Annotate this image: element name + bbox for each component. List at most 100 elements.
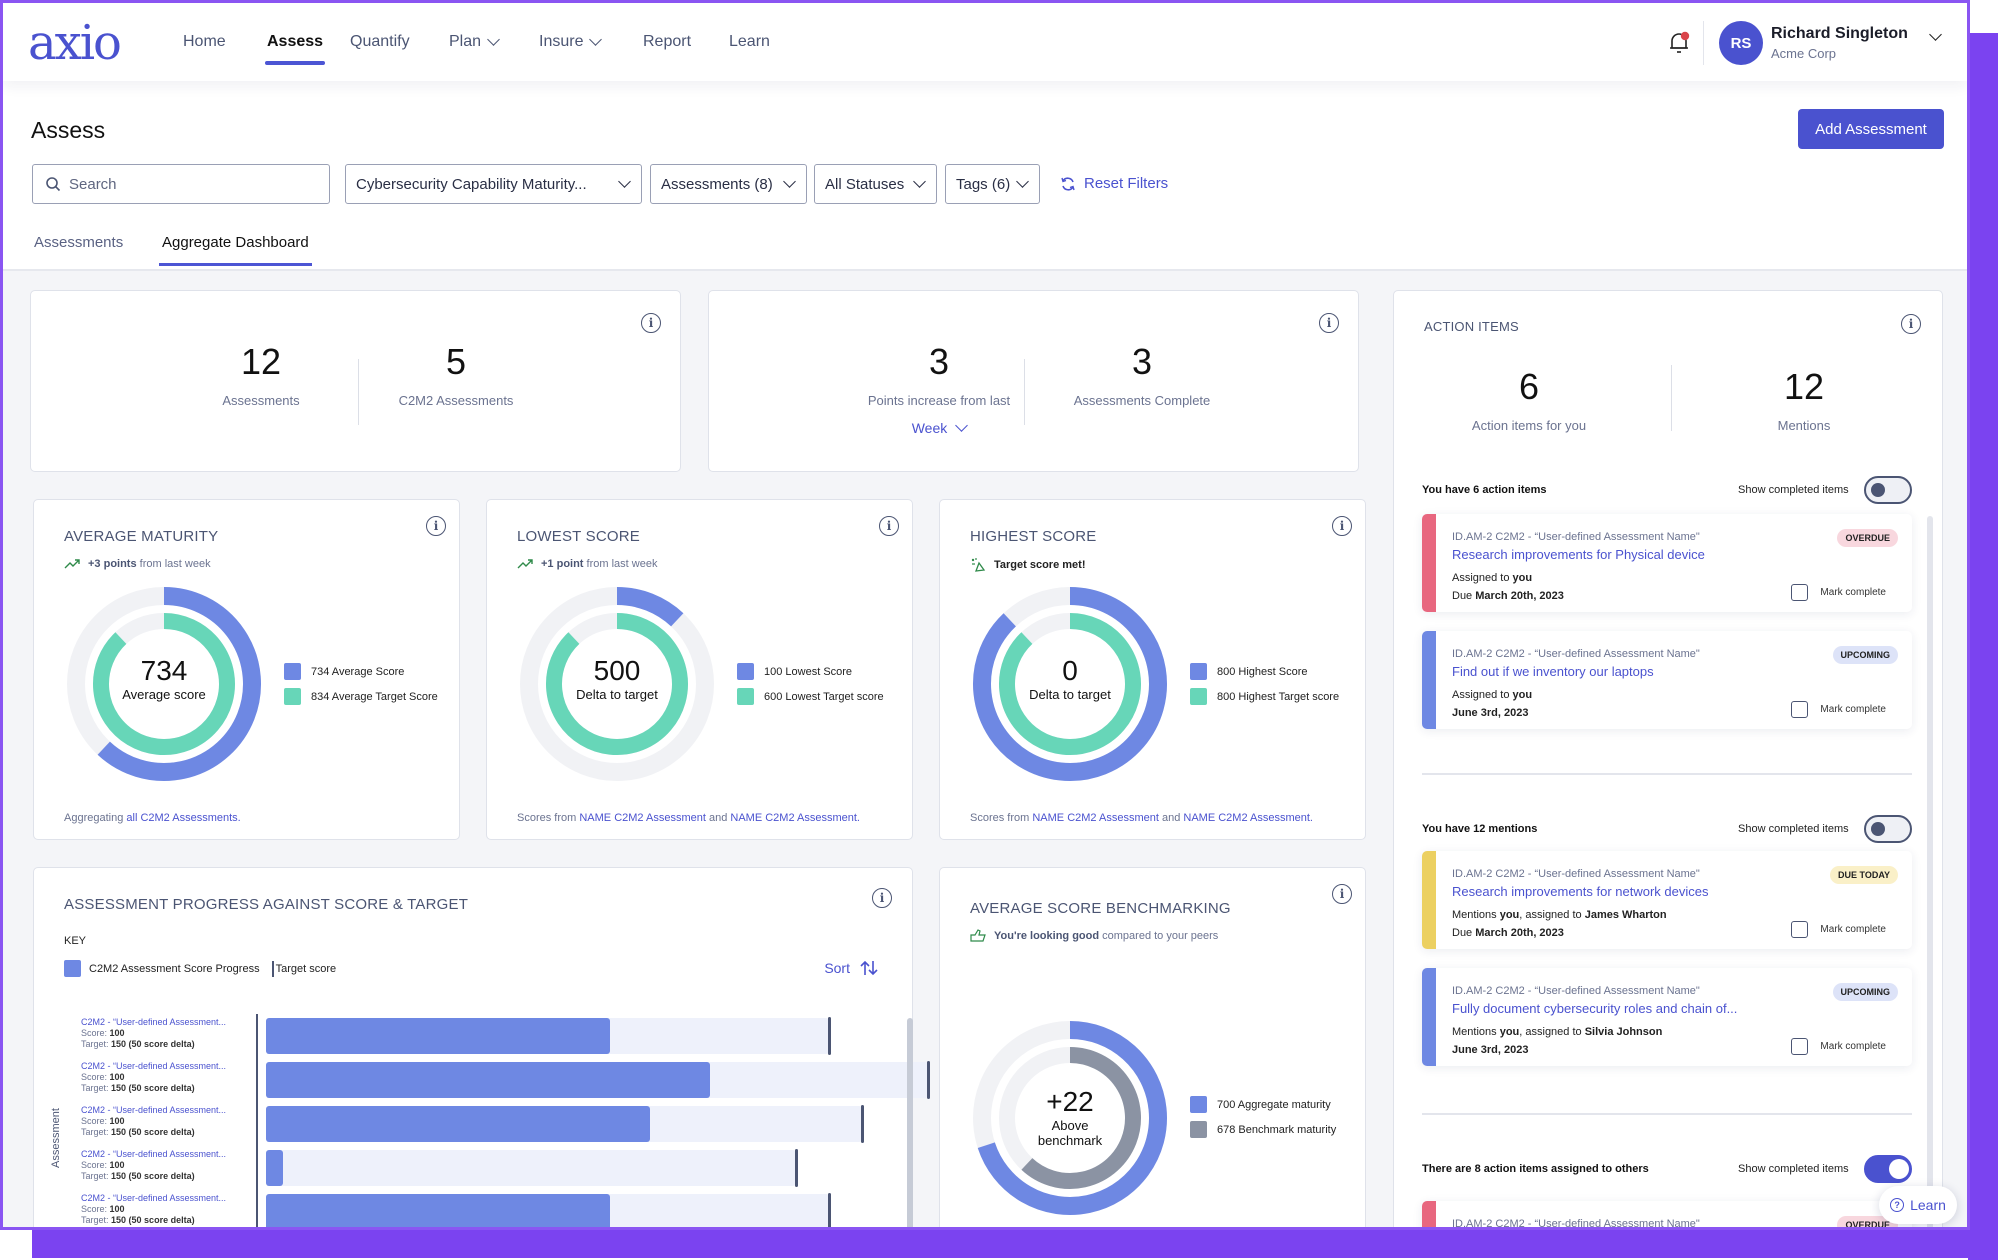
refresh-icon — [1061, 176, 1075, 191]
score-bar[interactable] — [266, 1150, 283, 1186]
nav-item-home[interactable]: Home — [183, 33, 226, 51]
assessment-link[interactable]: C2M2 - “User-defined Assessment... — [81, 1149, 226, 1160]
info-icon[interactable]: i — [872, 888, 892, 908]
info-icon[interactable]: i — [1332, 516, 1352, 536]
legend-swatch-score — [737, 663, 754, 680]
show-completed-toggle[interactable] — [1864, 1155, 1912, 1183]
axio-logo[interactable]: axio — [28, 15, 122, 71]
trend-up-icon — [517, 559, 533, 569]
score-bar[interactable] — [266, 1194, 611, 1227]
stat-points-increase: 3 Points increase from last Week — [839, 341, 1039, 436]
assessment-link[interactable]: NAME C2M2 Assessment — [1032, 812, 1159, 824]
mark-complete-checkbox[interactable]: Mark complete — [1791, 921, 1886, 938]
target-marker — [794, 1149, 798, 1187]
assessment-link[interactable]: NAME C2M2 Assessment. — [1183, 812, 1313, 824]
nav-item-learn[interactable]: Learn — [729, 33, 770, 51]
donut-center-label: Average score — [122, 687, 206, 702]
assessment-link[interactable]: C2M2 - “User-defined Assessment... — [81, 1193, 226, 1204]
tags-dropdown[interactable]: Tags (6) — [945, 164, 1040, 204]
notification-bell-icon[interactable] — [1668, 31, 1690, 55]
info-icon[interactable]: i — [641, 313, 661, 333]
key-target-marker — [271, 960, 274, 977]
action-item-title-link[interactable]: Find out if we inventory our laptops — [1452, 664, 1654, 679]
mark-complete-checkbox[interactable]: Mark complete — [1791, 701, 1886, 718]
legend-swatch-target — [284, 688, 301, 705]
period-dropdown[interactable]: Week — [839, 419, 1039, 436]
nav-item-insure[interactable]: Insure — [539, 33, 603, 51]
info-icon[interactable]: i — [879, 516, 899, 536]
target-met-indicator: Target score met! — [970, 558, 1086, 572]
nav-item-assess[interactable]: Assess — [264, 33, 326, 65]
nav-item-quantify[interactable]: Quantify — [350, 33, 410, 51]
chevron-down-icon — [913, 175, 926, 188]
info-icon[interactable]: i — [1332, 884, 1352, 904]
score-bar[interactable] — [266, 1106, 650, 1142]
mark-complete-checkbox[interactable]: Mark complete — [1791, 584, 1886, 601]
user-menu-chevron-icon[interactable] — [1929, 28, 1942, 41]
assessment-link[interactable]: NAME C2M2 Assessment. — [730, 812, 860, 824]
user-name[interactable]: Richard Singleton — [1771, 25, 1908, 43]
nav-item-report[interactable]: Report — [643, 33, 691, 51]
show-completed-toggle[interactable] — [1864, 815, 1912, 843]
show-completed-toggle[interactable] — [1864, 476, 1912, 504]
action-item-title-link[interactable]: Research improvements for Physical devic… — [1452, 547, 1705, 562]
due-date-line: Due March 20th, 2023 — [1452, 927, 1564, 939]
action-item-card[interactable]: ID.AM-2 C2M2 - “User-defined Assessment … — [1422, 851, 1912, 949]
section-heading: You have 12 mentions — [1422, 823, 1538, 835]
chart-key: C2M2 Assessment Score Progress Target sc… — [64, 960, 336, 977]
action-item-title-link[interactable]: Fully document cybersecurity roles and c… — [1452, 1001, 1737, 1016]
action-item-card[interactable]: ID.AM-2 C2M2 - “User-defined Assessment … — [1422, 968, 1912, 1066]
score-bar[interactable] — [266, 1062, 710, 1098]
add-assessment-button[interactable]: Add Assessment — [1798, 109, 1944, 149]
frame-shadow-bottom — [32, 1228, 1998, 1258]
score-line: Score: 100 — [81, 1028, 125, 1038]
search-field[interactable] — [32, 164, 330, 204]
target-line: Target: 150 (50 score delta) — [81, 1039, 195, 1049]
sort-button[interactable]: Sort — [824, 960, 878, 976]
chart-scrollbar[interactable] — [907, 1018, 913, 1227]
assessment-link[interactable]: C2M2 - “User-defined Assessment... — [81, 1061, 226, 1072]
checkbox-icon — [1791, 701, 1809, 718]
target-marker — [827, 1193, 831, 1227]
score-line: Score: 100 — [81, 1116, 125, 1126]
framework-dropdown[interactable]: Cybersecurity Capability Maturity... — [345, 164, 642, 204]
card-title: AVERAGE SCORE BENCHMARKING — [970, 900, 1231, 917]
notification-dot — [1680, 31, 1690, 41]
mark-complete-checkbox[interactable]: Mark complete — [1791, 1038, 1886, 1055]
score-bar[interactable] — [266, 1018, 611, 1054]
status-badge: UPCOMING — [1832, 646, 1898, 664]
chevron-down-icon — [589, 33, 603, 46]
action-item-card[interactable]: ID.AM-2 C2M2 - “User-defined Assessment … — [1422, 631, 1912, 729]
user-avatar[interactable]: RS — [1719, 21, 1763, 65]
search-input[interactable] — [69, 175, 309, 193]
legend-item: 800 Highest Score — [1190, 663, 1339, 680]
learn-help-button[interactable]: ? Learn — [1879, 1186, 1957, 1224]
section-divider — [1422, 1113, 1912, 1115]
action-item-card[interactable]: ID.AM-2 C2M2 - “User-defined Assessment … — [1422, 514, 1912, 612]
assessment-link[interactable]: C2M2 - “User-defined Assessment... — [81, 1105, 226, 1116]
action-items-scrollbar[interactable] — [1927, 516, 1933, 1227]
action-item-card[interactable]: ID.AM-2 C2M2 - “User-defined Assessment … — [1422, 1201, 1912, 1227]
action-item-title-link[interactable]: Research improvements for network device… — [1452, 884, 1709, 899]
status-stripe — [1422, 514, 1436, 612]
info-icon[interactable]: i — [426, 516, 446, 536]
info-icon[interactable]: i — [1319, 313, 1339, 333]
legend-swatch-score — [284, 663, 301, 680]
item-meta: ID.AM-2 C2M2 - “User-defined Assessment … — [1452, 985, 1700, 997]
stat-value: 3 — [928, 341, 950, 382]
key-progress-label: C2M2 Assessment Score Progress — [89, 962, 260, 975]
all-c2m2-assessments-link[interactable]: all C2M2 Assessments. — [126, 812, 240, 824]
tab-aggregate-dashboard[interactable]: Aggregate Dashboard — [159, 234, 312, 266]
status-dropdown[interactable]: All Statuses — [814, 164, 937, 204]
footer-text: Scores from — [517, 812, 577, 824]
nav-item-plan[interactable]: Plan — [449, 33, 500, 51]
info-icon[interactable]: i — [1901, 314, 1921, 334]
checkbox-icon — [1791, 921, 1809, 938]
status-stripe — [1422, 968, 1436, 1066]
tab-assessments[interactable]: Assessments — [34, 234, 123, 251]
assessments-dropdown[interactable]: Assessments (8) — [650, 164, 807, 204]
assessment-link[interactable]: C2M2 - “User-defined Assessment... — [81, 1017, 226, 1028]
status-dropdown-value: All Statuses — [825, 175, 905, 193]
assessment-link[interactable]: NAME C2M2 Assessment — [579, 812, 706, 824]
reset-filters-button[interactable]: Reset Filters — [1060, 175, 1168, 192]
